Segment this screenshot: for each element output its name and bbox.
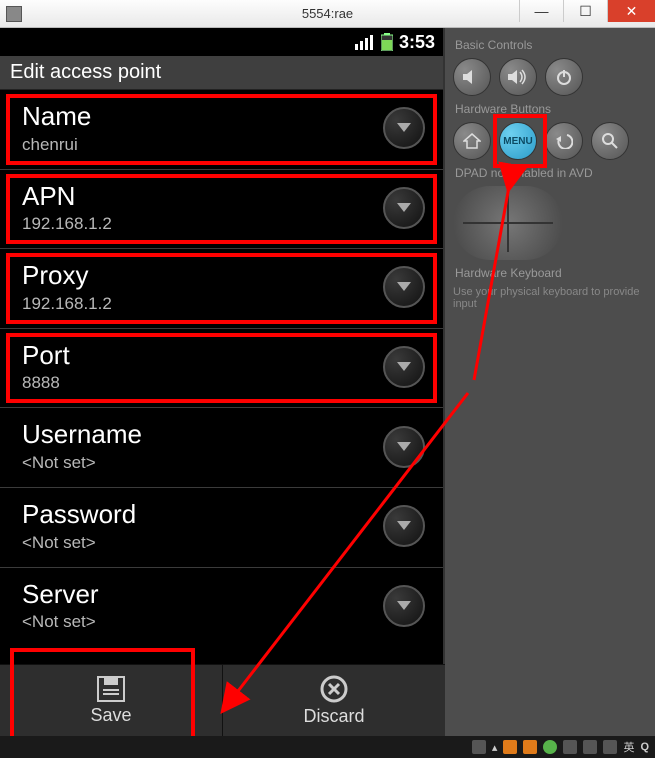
setting-item-apn[interactable]: APN 192.168.1.2 bbox=[0, 170, 443, 250]
tray-volume-icon[interactable] bbox=[603, 740, 617, 754]
dpad-label: DPAD not enabled in AVD bbox=[455, 166, 647, 180]
setting-item-username[interactable]: Username <Not set> bbox=[0, 408, 443, 488]
section-hardware-buttons: Hardware Buttons bbox=[455, 102, 647, 116]
volume-up-button[interactable] bbox=[499, 58, 537, 96]
battery-icon bbox=[381, 33, 393, 51]
save-button[interactable]: Save bbox=[0, 665, 223, 736]
power-button[interactable] bbox=[545, 58, 583, 96]
signal-icon bbox=[355, 34, 375, 50]
item-value: 192.168.1.2 bbox=[22, 294, 112, 314]
item-value: 192.168.1.2 bbox=[22, 214, 112, 234]
volume-down-button[interactable] bbox=[453, 58, 491, 96]
item-title: Username bbox=[22, 420, 142, 449]
item-title: Password bbox=[22, 500, 136, 529]
setting-item-proxy[interactable]: Proxy 192.168.1.2 bbox=[0, 249, 443, 329]
window-maximize-button[interactable]: ☐ bbox=[563, 0, 607, 22]
tray-icon-1[interactable] bbox=[503, 740, 517, 754]
setting-item-password[interactable]: Password <Not set> bbox=[0, 488, 443, 568]
power-icon bbox=[556, 69, 572, 85]
chevron-down-icon bbox=[383, 187, 425, 229]
chevron-down-icon bbox=[383, 266, 425, 308]
setting-item-port[interactable]: Port 8888 bbox=[0, 329, 443, 409]
volume-down-icon bbox=[463, 69, 481, 85]
status-clock: 3:53 bbox=[399, 32, 435, 53]
item-value: <Not set> bbox=[22, 612, 99, 632]
item-value: <Not set> bbox=[22, 453, 142, 473]
chevron-down-icon bbox=[383, 346, 425, 388]
settings-list[interactable]: Name chenrui APN 192.168.1.2 Proxy 1 bbox=[0, 90, 443, 758]
save-icon bbox=[96, 675, 126, 703]
save-label: Save bbox=[90, 705, 131, 726]
setting-item-name[interactable]: Name chenrui bbox=[0, 90, 443, 170]
keyboard-hint: Use your physical keyboard to provide in… bbox=[453, 286, 647, 310]
item-title: Server bbox=[22, 580, 99, 609]
tray-icon-3[interactable] bbox=[543, 740, 557, 754]
discard-label: Discard bbox=[303, 706, 364, 727]
tray-icon-2[interactable] bbox=[523, 740, 537, 754]
page-title: Edit access point bbox=[0, 56, 443, 90]
window-close-button[interactable]: ✕ bbox=[607, 0, 655, 22]
menu-label: MENU bbox=[503, 136, 532, 147]
emulator-side-controls: Basic Controls Hardware Buttons MENU bbox=[445, 28, 655, 758]
tray-ime[interactable]: 英 bbox=[623, 739, 634, 755]
chevron-down-icon bbox=[383, 505, 425, 547]
bottom-action-bar: Save Discard bbox=[0, 664, 445, 736]
search-icon bbox=[602, 133, 618, 149]
item-value: 8888 bbox=[22, 373, 70, 393]
discard-button[interactable]: Discard bbox=[223, 665, 445, 736]
setting-item-server[interactable]: Server <Not set> bbox=[0, 568, 443, 674]
annotation-highlight bbox=[6, 333, 437, 404]
window-app-icon bbox=[6, 6, 22, 22]
section-basic-controls: Basic Controls bbox=[455, 38, 647, 52]
item-title: APN bbox=[22, 182, 112, 211]
item-value: <Not set> bbox=[22, 533, 136, 553]
dpad-control[interactable] bbox=[453, 186, 563, 260]
keyboard-label: Hardware Keyboard bbox=[455, 266, 647, 280]
tray-extra[interactable]: Q bbox=[640, 741, 649, 753]
chevron-down-icon bbox=[383, 107, 425, 149]
emulator-screen: 3:53 Edit access point Name chenrui APN … bbox=[0, 28, 445, 758]
home-button[interactable] bbox=[453, 122, 491, 160]
item-value: chenrui bbox=[22, 135, 91, 155]
tray-up-icon[interactable]: ▴ bbox=[492, 741, 498, 754]
close-circle-icon bbox=[319, 674, 349, 704]
item-title: Proxy bbox=[22, 261, 112, 290]
item-title: Port bbox=[22, 341, 70, 370]
window-title: 5554:rae bbox=[302, 6, 353, 21]
chevron-down-icon bbox=[383, 585, 425, 627]
search-button[interactable] bbox=[591, 122, 629, 160]
android-status-bar: 3:53 bbox=[0, 28, 443, 56]
window-buttons: — ☐ ✕ bbox=[519, 0, 655, 22]
back-button[interactable] bbox=[545, 122, 583, 160]
tray-signal-icon[interactable] bbox=[583, 740, 597, 754]
windows-taskbar: ▴ 英 Q bbox=[0, 736, 655, 758]
menu-button[interactable]: MENU bbox=[499, 122, 537, 160]
tray-keyboard-icon[interactable] bbox=[472, 740, 486, 754]
main-area: 3:53 Edit access point Name chenrui APN … bbox=[0, 28, 655, 758]
window-titlebar: 5554:rae — ☐ ✕ bbox=[0, 0, 655, 28]
item-title: Name bbox=[22, 102, 91, 131]
back-icon bbox=[555, 133, 573, 149]
chevron-down-icon bbox=[383, 426, 425, 468]
window-minimize-button[interactable]: — bbox=[519, 0, 563, 22]
tray-battery-icon[interactable] bbox=[563, 740, 577, 754]
home-icon bbox=[463, 133, 481, 149]
volume-up-icon bbox=[508, 69, 528, 85]
